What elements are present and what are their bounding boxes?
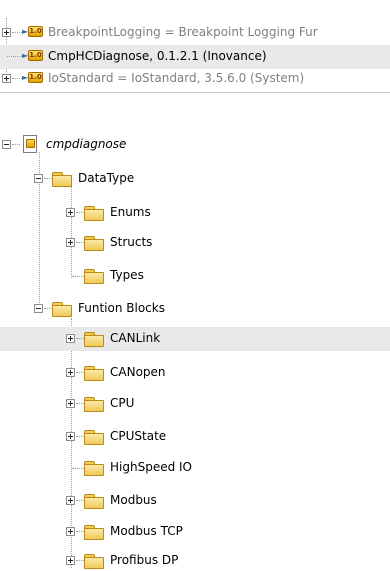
expand-plus-icon[interactable] xyxy=(66,208,75,217)
folder-open-icon xyxy=(52,171,72,187)
collapse-minus-icon[interactable] xyxy=(34,304,43,313)
tree-root-label: cmpdiagnose xyxy=(46,137,127,151)
expand-plus-icon[interactable] xyxy=(66,368,75,377)
tree-folder-datatype[interactable]: DataType xyxy=(0,167,390,191)
expand-plus-icon[interactable] xyxy=(66,556,75,565)
folder-icon xyxy=(84,365,104,381)
expand-plus-icon[interactable] xyxy=(66,527,75,536)
library-row-breakpointlogging[interactable]: ► 1.0 BreakpointLogging = Breakpoint Logg… xyxy=(0,21,390,45)
folder-label: Modbus TCP xyxy=(110,524,183,538)
library-icon: ► 1.0 xyxy=(22,26,43,37)
expand-plus-icon[interactable] xyxy=(66,399,75,408)
tree-folder-profibus-dp[interactable]: Profibus DP xyxy=(0,551,390,571)
folder-icon xyxy=(84,524,104,540)
folder-icon xyxy=(84,205,104,221)
folder-label: Modbus xyxy=(110,493,157,507)
collapse-minus-icon[interactable] xyxy=(2,140,11,149)
library-row-iostandard[interactable]: ► 1.0 IoStandard = IoStandard, 3.5.6.0 (S… xyxy=(0,67,390,91)
tree-folder-types[interactable]: Types xyxy=(0,264,390,288)
expand-plus-icon[interactable] xyxy=(2,74,11,83)
library-label: BreakpointLogging = Breakpoint Logging F… xyxy=(48,25,318,39)
tree-folder-canopen[interactable]: CANopen xyxy=(0,361,390,385)
library-icon: ► 1.0 xyxy=(22,50,43,61)
folder-label: DataType xyxy=(78,171,135,185)
tree-folder-canlink[interactable]: CANLink xyxy=(0,327,390,351)
tree-folder-structs[interactable]: Structs xyxy=(0,231,390,255)
pou-page-icon xyxy=(20,134,40,154)
tree-folder-highspeed-io[interactable]: HighSpeed IO xyxy=(0,456,390,480)
tree-folder-function-blocks[interactable]: Funtion Blocks xyxy=(0,297,390,321)
library-row-cmphcdiagnose[interactable]: ► 1.0 CmpHCDiagnose, 0.1.2.1 (Inovance) xyxy=(0,45,390,69)
tree-folder-cpustate[interactable]: CPUState xyxy=(0,425,390,449)
collapse-minus-icon[interactable] xyxy=(34,174,43,183)
tree-root-cmpdiagnose[interactable]: cmpdiagnose xyxy=(0,133,390,157)
folder-icon xyxy=(84,493,104,509)
folder-label: Structs xyxy=(110,235,153,249)
folder-icon xyxy=(84,429,104,445)
library-label: CmpHCDiagnose, 0.1.2.1 (Inovance) xyxy=(48,49,267,63)
folder-icon xyxy=(84,396,104,412)
folder-label: CANLink xyxy=(110,331,161,345)
folder-icon xyxy=(84,268,104,284)
expand-plus-icon[interactable] xyxy=(66,238,75,247)
folder-label: CANopen xyxy=(110,365,166,379)
folder-icon xyxy=(84,460,104,476)
folder-label: CPU xyxy=(110,396,135,410)
folder-icon xyxy=(84,235,104,251)
folder-icon xyxy=(84,331,104,347)
folder-label: Types xyxy=(110,268,144,282)
folder-label: Profibus DP xyxy=(110,553,179,567)
library-label: IoStandard = IoStandard, 3.5.6.0 (System… xyxy=(48,71,305,85)
library-icon: ► 1.0 xyxy=(22,72,43,83)
folder-open-icon xyxy=(52,301,72,317)
folder-label: Enums xyxy=(110,205,151,219)
folder-icon xyxy=(84,553,104,569)
tree-folder-cpu[interactable]: CPU xyxy=(0,392,390,416)
expand-plus-icon[interactable] xyxy=(66,432,75,441)
folder-label: Funtion Blocks xyxy=(78,301,165,315)
expand-plus-icon[interactable] xyxy=(66,496,75,505)
tree-folder-modbus[interactable]: Modbus xyxy=(0,489,390,513)
folder-label: HighSpeed IO xyxy=(110,460,192,474)
panel-divider xyxy=(0,92,390,93)
tree-folder-modbus-tcp[interactable]: Modbus TCP xyxy=(0,520,390,544)
expand-plus-icon[interactable] xyxy=(66,334,75,343)
expand-plus-icon[interactable] xyxy=(2,28,11,37)
tree-folder-enums[interactable]: Enums xyxy=(0,201,390,225)
folder-label: CPUState xyxy=(110,429,167,443)
